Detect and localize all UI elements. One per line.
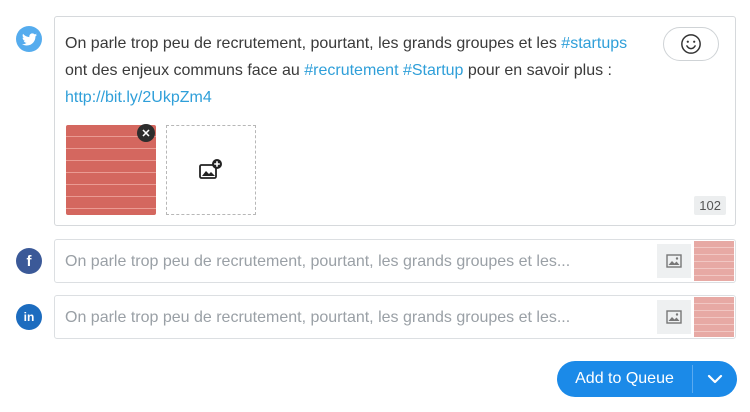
linkedin-icon: in (16, 304, 42, 330)
queue-options-dropdown[interactable] (693, 361, 737, 397)
tweet-text-part: ont des enjeux communs face au (65, 62, 305, 79)
tweet-text-part: On parle trop peu de recrutement, pourta… (65, 35, 562, 52)
tweet-link[interactable]: http://bit.ly/2UkpZm4 (65, 89, 212, 106)
add-image-icon (199, 159, 222, 179)
twitter-composer[interactable]: On parle trop peu de recrutement, pourta… (54, 16, 736, 226)
tweet-text-part: pour en savoir plus : (463, 62, 612, 79)
emoji-button[interactable] (663, 27, 719, 61)
close-icon[interactable]: ✕ (137, 124, 155, 142)
linkedin-post-field[interactable]: On parle trop peu de recrutement, pourta… (54, 295, 736, 339)
linkedin-media-button[interactable] (657, 300, 691, 334)
chevron-down-icon (707, 374, 723, 384)
facebook-image-thumbnail[interactable] (694, 241, 734, 281)
smiley-icon (681, 34, 701, 54)
character-counter: 102 (694, 196, 726, 215)
facebook-media-button[interactable] (657, 244, 691, 278)
facebook-post-field[interactable]: On parle trop peu de recrutement, pourta… (54, 239, 736, 283)
twitter-icon (16, 26, 42, 52)
add-to-queue-button[interactable]: Add to Queue (557, 361, 692, 397)
add-media-button[interactable] (166, 125, 256, 215)
hashtag-recrutement[interactable]: #recrutement (304, 62, 398, 79)
add-to-queue-split-button: Add to Queue (557, 361, 737, 397)
facebook-post-text: On parle trop peu de recrutement, pourta… (65, 253, 571, 270)
linkedin-image-thumbnail[interactable] (694, 297, 734, 337)
hashtag-startups[interactable]: #startups (561, 35, 627, 52)
tweet-text-field[interactable]: On parle trop peu de recrutement, pourta… (65, 30, 645, 111)
facebook-icon: f (16, 248, 42, 274)
image-icon (666, 310, 682, 324)
hashtag-startup[interactable]: #Startup (403, 62, 463, 79)
linkedin-post-text: On parle trop peu de recrutement, pourta… (65, 309, 571, 326)
image-icon (666, 254, 682, 268)
